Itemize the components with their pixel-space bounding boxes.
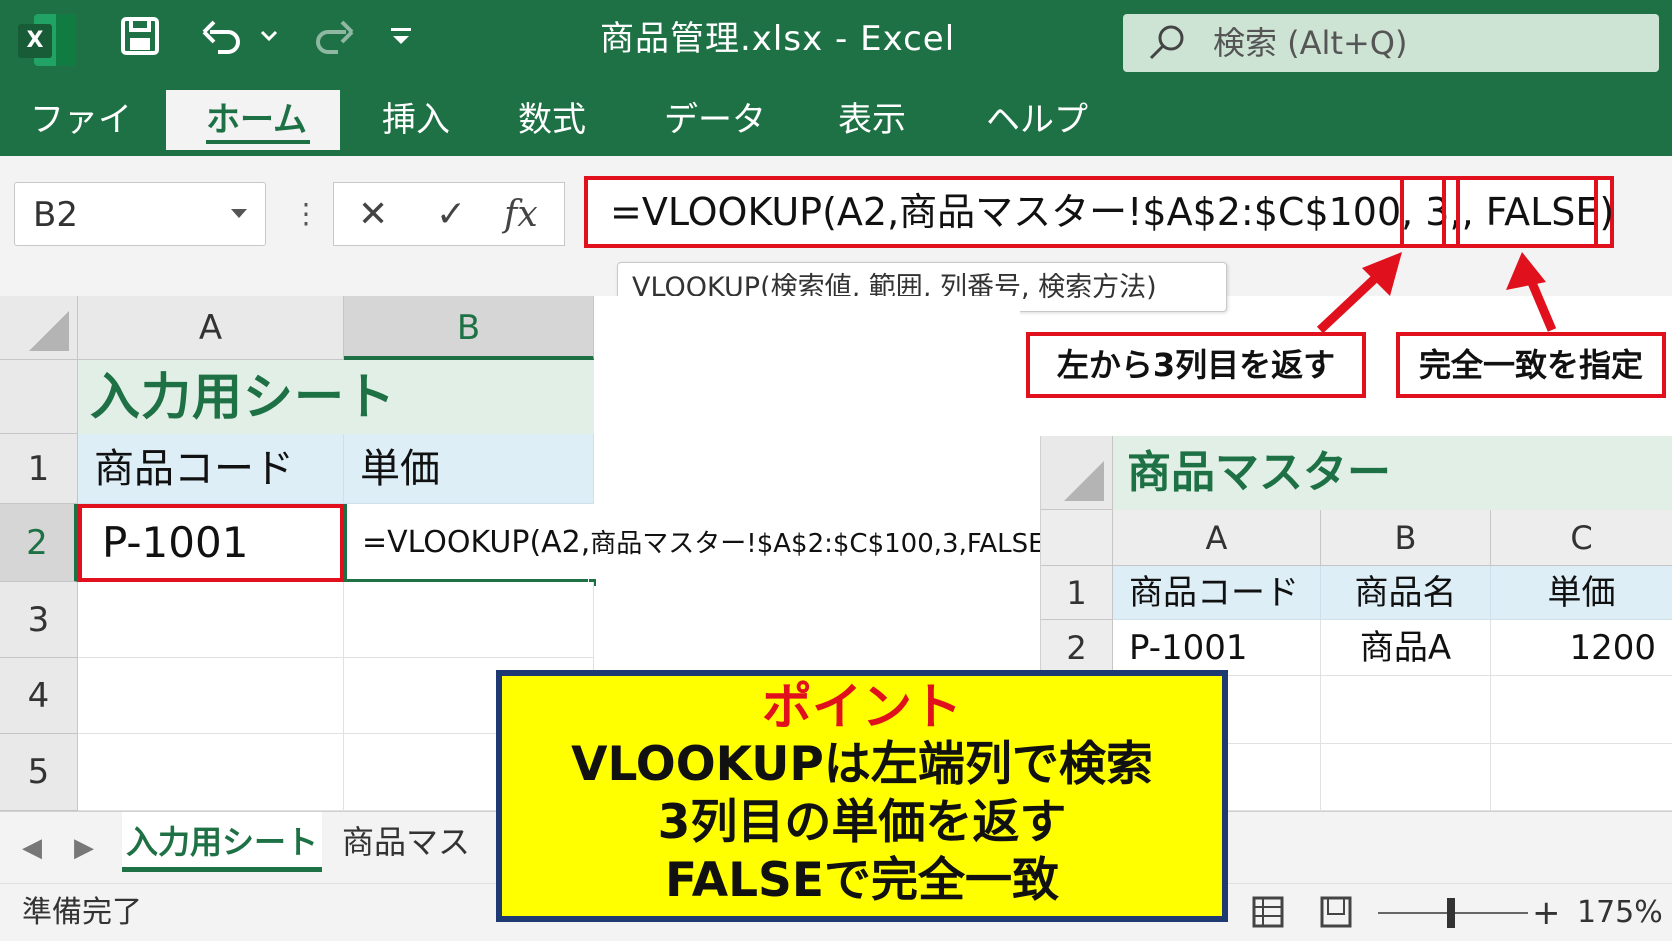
title-bar: X 商品管理.xlsx - Excel 検索 (Alt+Q)	[0, 0, 1672, 80]
master-cell-b3	[1321, 676, 1491, 744]
cell-b3[interactable]	[344, 582, 594, 658]
sheet-tab-master[interactable]: 商品マスター	[342, 812, 492, 921]
row-header-5[interactable]: 5	[0, 734, 78, 811]
master-select-all-corner	[1041, 436, 1113, 510]
master-title: 商品マスター	[1113, 436, 1672, 510]
cell-b2-formula: =VLOOKUP(A2,商品マスター!$A$2:$C$100,3,FALSE)	[362, 504, 1055, 583]
cell-a2[interactable]: P-1001	[78, 504, 344, 582]
exact-match-highlight	[1456, 176, 1598, 248]
tab-home[interactable]: ホーム	[166, 90, 340, 150]
row-header-1[interactable]: 1	[0, 434, 78, 504]
tab-data[interactable]: データ	[664, 90, 774, 150]
master-header-code: 商品コード	[1113, 566, 1321, 620]
search-placeholder: 検索 (Alt+Q)	[1213, 24, 1408, 62]
zoom-slider-thumb[interactable]	[1447, 898, 1455, 928]
master-column-header-a: A	[1113, 510, 1321, 566]
master-cell-b4	[1321, 744, 1491, 811]
status-text: 準備完了	[22, 895, 142, 930]
redo-icon[interactable]	[312, 14, 356, 72]
master-column-header-b: B	[1321, 510, 1491, 566]
tab-insert[interactable]: 挿入	[382, 90, 462, 150]
master-cell-c3	[1491, 676, 1672, 744]
tab-file[interactable]: ファイル	[30, 90, 150, 200]
master-row-header-2: 2	[1041, 620, 1113, 676]
normal-view-icon[interactable]	[1250, 894, 1286, 930]
window-title: 商品管理.xlsx - Excel	[600, 19, 956, 59]
callout-exact-match: 完全一致を指定	[1396, 332, 1666, 398]
zoom-in-button[interactable]: +	[1532, 884, 1561, 941]
row-header-2[interactable]: 2	[0, 504, 78, 582]
next-sheet-icon[interactable]: ▶	[74, 830, 94, 866]
chevron-down-icon[interactable]	[231, 209, 247, 218]
cell-a4[interactable]	[78, 658, 344, 734]
header-cell-code[interactable]: 商品コード	[78, 434, 344, 504]
master-cell-b2: 商品A	[1321, 620, 1491, 676]
row-header-blank	[0, 360, 78, 434]
master-cell-a2: P-1001	[1113, 620, 1321, 676]
master-cell-c2: 1200	[1491, 620, 1672, 676]
tab-home-label: ホーム	[206, 100, 307, 140]
name-box-value: B2	[33, 195, 78, 235]
zoom-level[interactable]: 175%	[1577, 884, 1663, 941]
col-index-highlight	[1400, 176, 1446, 248]
point-heading: ポイント	[762, 678, 962, 736]
insert-function-button[interactable]: fx	[504, 183, 538, 247]
customize-toolbar-icon[interactable]	[388, 14, 414, 72]
search-icon	[1149, 25, 1184, 60]
sheet-tab-input[interactable]: 入力用シート	[122, 812, 322, 872]
save-icon[interactable]	[120, 14, 160, 72]
search-box[interactable]: 検索 (Alt+Q)	[1123, 14, 1659, 72]
master-row-header-1: 1	[1041, 566, 1113, 620]
page-layout-icon[interactable]	[1318, 894, 1354, 930]
tab-help[interactable]: ヘルプ	[986, 90, 1096, 150]
undo-icon[interactable]	[200, 14, 244, 72]
sheet-title: 入力用シート	[78, 360, 594, 434]
ribbon-tabs: ファイル ホーム 挿入 数式 データ 表示 ヘルプ	[0, 80, 1672, 200]
undo-dropdown-icon[interactable]	[258, 14, 280, 77]
b2-formula-rest: 商品マスター!$A$2:$C$100,3,FALSE)	[590, 529, 1055, 559]
point-line-3: FALSEで完全一致	[665, 853, 1059, 908]
excel-logo-icon: X	[18, 14, 76, 66]
cancel-button[interactable]: ✕	[358, 183, 388, 247]
tab-formulas[interactable]: 数式	[518, 90, 598, 150]
master-header-name: 商品名	[1321, 566, 1491, 620]
tab-view[interactable]: 表示	[838, 90, 918, 150]
more-options-icon[interactable]: ⋮	[292, 196, 320, 232]
header-cell-price[interactable]: 単価	[344, 434, 594, 504]
row-header-3[interactable]: 3	[0, 582, 78, 658]
selection-border	[344, 504, 347, 582]
enter-button[interactable]: ✓	[436, 183, 466, 247]
row-header-4[interactable]: 4	[0, 658, 78, 734]
master-column-header-c: C	[1491, 510, 1672, 566]
master-row-header-blank	[1041, 510, 1113, 566]
point-box: ポイント VLOOKUPは左端列で検索 3列目の単価を返す FALSEで完全一致	[496, 670, 1228, 922]
b2-formula-main: =VLOOKUP(A2,	[362, 525, 591, 560]
point-line-1: VLOOKUPは左端列で検索	[571, 737, 1153, 792]
master-header-price: 単価	[1491, 566, 1672, 620]
cell-a5[interactable]	[78, 734, 344, 811]
master-cell-c4	[1491, 744, 1672, 811]
cell-a3[interactable]	[78, 582, 344, 658]
prev-sheet-icon[interactable]: ◀	[22, 830, 42, 866]
name-box[interactable]: B2	[14, 182, 266, 246]
point-line-2: 3列目の単価を返す	[657, 795, 1067, 850]
select-all-corner[interactable]	[0, 296, 78, 360]
column-header-a[interactable]: A	[78, 296, 344, 360]
column-header-b[interactable]: B	[344, 296, 594, 360]
formula-buttons: ✕ ✓ fx	[333, 182, 565, 246]
callout-col-index: 左から3列目を返す	[1026, 332, 1366, 398]
